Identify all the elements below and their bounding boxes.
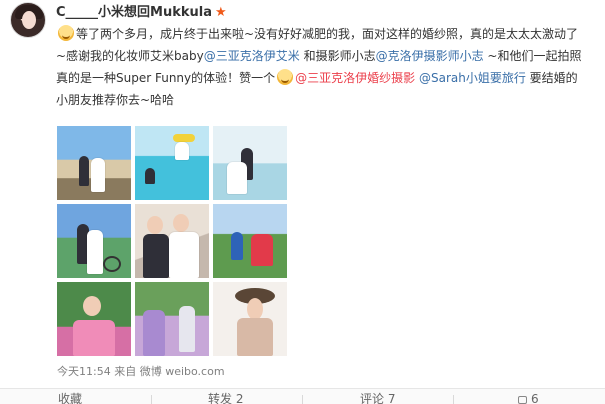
divider [453, 395, 454, 404]
divider [302, 395, 303, 404]
bride-figure [91, 158, 105, 192]
mention-sarah[interactable]: @Sarah小姐要旅行 [419, 71, 526, 85]
groom-figure [143, 234, 169, 278]
like-button[interactable]: 6 [518, 389, 539, 404]
post-line-3: 真的是一种Super Funny的体验！赞一个 @三亚克洛伊婚纱摄影 @Sarah… [56, 69, 578, 85]
wedding-photo-icon[interactable] [135, 282, 209, 356]
groom-figure [231, 232, 243, 260]
post-time[interactable]: 今天11:54 [57, 365, 111, 378]
mention-makeup-artist[interactable]: @三亚克洛伊艾米 [204, 49, 300, 63]
bride-purple-dress [143, 310, 165, 356]
bride-figure [169, 232, 199, 278]
post-meta: 今天11:54 来自 微博 weibo.com [57, 365, 225, 378]
bride-pink-dress [73, 320, 115, 356]
bride-face [173, 214, 189, 232]
photo-grid [57, 126, 289, 358]
post-source[interactable]: 微博 weibo.com [140, 365, 225, 378]
wedding-photo-icon[interactable] [135, 204, 209, 278]
wedding-photo-icon[interactable] [213, 204, 287, 278]
wedding-photo-icon[interactable] [135, 126, 209, 200]
post-line-1: 等了两个多月，成片终于出来啦~没有好好减肥的我，面对这样的婚纱照，真的是太太太激… [56, 23, 596, 45]
groom-figure [179, 306, 195, 352]
bride-figure [175, 142, 189, 160]
red-star-icon[interactable]: ★ [215, 5, 227, 20]
thumbs-up-icon [518, 396, 527, 404]
post-line-4: 小朋友推荐你去~哈哈 [56, 93, 175, 107]
wedding-photo-icon[interactable] [213, 126, 287, 200]
divider [151, 395, 152, 404]
mention-studio[interactable]: @三亚克洛伊婚纱摄影 [295, 71, 415, 85]
bride-figure [237, 318, 273, 356]
repost-button[interactable]: 转发 2 [208, 389, 243, 404]
wedding-photo-icon[interactable] [57, 282, 131, 356]
wedding-photo-icon[interactable] [57, 126, 131, 200]
bride-figure [227, 162, 247, 194]
wedding-photo-icon[interactable] [213, 282, 287, 356]
comment-button[interactable]: 评论 7 [360, 389, 395, 404]
yellow-umbrella [173, 134, 195, 142]
groom-figure [145, 168, 155, 184]
thumbs-up-emoji-icon [277, 69, 294, 85]
groom-figure [79, 156, 89, 186]
bride-red-dress [251, 234, 273, 266]
post-line-2: ~感谢我的化妆师艾米baby@三亚克洛伊艾米 和摄影师小志@克洛伊摄影师小志 ~… [56, 49, 582, 63]
groom-face [147, 216, 163, 234]
user-avatar[interactable] [10, 2, 46, 38]
bicycle-wheel [103, 256, 121, 272]
bride-face [83, 296, 101, 316]
collect-button[interactable]: 收藏 [58, 389, 82, 404]
username-row: C_____小米想回Mukkula ★ [56, 1, 227, 20]
post-text: 等了两个多月，成片终于出来啦~没有好好减肥的我，面对这样的婚纱照，真的是太太太激… [56, 23, 596, 111]
wedding-photo-icon[interactable] [57, 204, 131, 278]
username-link[interactable]: C_____小米想回Mukkula [56, 5, 212, 20]
bride-figure [87, 230, 103, 274]
cheeky-emoji-icon [58, 25, 74, 41]
bride-face [247, 298, 263, 320]
avatar-face [22, 11, 36, 29]
action-bar: 收藏 转发 2 评论 7 6 [0, 388, 605, 404]
mention-photographer[interactable]: @克洛伊摄影师小志 [376, 49, 484, 63]
